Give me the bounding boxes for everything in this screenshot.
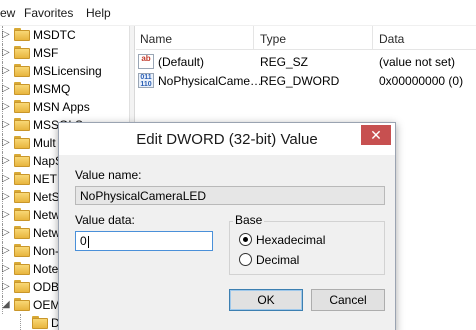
hexadecimal-radio[interactable] bbox=[239, 233, 252, 246]
folder-icon bbox=[14, 280, 30, 293]
decimal-label[interactable]: Decimal bbox=[256, 253, 299, 267]
tree-item[interactable]: ▷ MSMQ bbox=[0, 80, 129, 98]
tree-item-label: NetS bbox=[33, 190, 60, 204]
expand-arrow-icon[interactable]: ▷ bbox=[2, 209, 10, 221]
column-header-name[interactable]: Name bbox=[136, 26, 254, 50]
value-data-text: 0 bbox=[80, 234, 87, 248]
dialog-title: Edit DWORD (32-bit) Value bbox=[136, 131, 318, 148]
value-data: 0x00000000 (0) bbox=[379, 74, 464, 88]
menu-view[interactable]: ew bbox=[0, 6, 15, 20]
column-header-data[interactable]: Data bbox=[373, 26, 476, 50]
value-type: REG_SZ bbox=[260, 55, 309, 69]
tree-connector bbox=[20, 314, 22, 330]
folder-icon bbox=[14, 100, 30, 113]
list-row-default[interactable]: ab (Default) REG_SZ (value not set) bbox=[136, 52, 476, 72]
string-value-icon: ab bbox=[138, 54, 154, 69]
value-name-label: Value name: bbox=[75, 168, 142, 182]
value-data-input[interactable]: 0 bbox=[75, 231, 213, 251]
ok-button[interactable]: OK bbox=[229, 289, 303, 311]
tree-item-label: Note bbox=[33, 262, 59, 276]
expand-arrow-icon[interactable]: ▷ bbox=[2, 191, 10, 203]
tree-item-label: MSN Apps bbox=[33, 100, 90, 114]
expand-arrow-icon[interactable]: ▷ bbox=[2, 83, 10, 95]
value-data-label: Value data: bbox=[75, 213, 135, 227]
list-header: Name Type Data bbox=[136, 26, 476, 50]
tree-item-label: Mult bbox=[33, 136, 56, 150]
dword-value-icon: 011 110 bbox=[138, 73, 154, 88]
menu-favorites[interactable]: Favorites bbox=[24, 6, 73, 20]
tree-item[interactable]: ▷ MSN Apps bbox=[0, 98, 129, 116]
tree-item-label: ODB bbox=[33, 280, 60, 294]
cancel-button[interactable]: Cancel bbox=[311, 289, 385, 311]
tree-item-label: Non- bbox=[33, 244, 60, 258]
edit-dword-dialog: Edit DWORD (32-bit) Value ✕ Value name: … bbox=[58, 122, 396, 330]
list-row-nophysicalcameraled[interactable]: 011 110 NoPhysicalCame… REG_DWORD 0x0000… bbox=[136, 71, 476, 91]
decimal-radio[interactable] bbox=[239, 253, 252, 266]
base-label: Base bbox=[233, 213, 265, 227]
text-caret bbox=[87, 235, 89, 248]
tree-item[interactable]: ▷ MSLicensing bbox=[0, 62, 129, 80]
column-header-type[interactable]: Type bbox=[254, 26, 373, 50]
expand-arrow-icon[interactable]: ▷ bbox=[2, 101, 10, 113]
collapse-arrow-icon[interactable]: ◢ bbox=[2, 299, 10, 311]
tree-item-label: MSLicensing bbox=[33, 64, 102, 78]
value-name: NoPhysicalCame… bbox=[158, 74, 263, 88]
close-icon: ✕ bbox=[370, 127, 382, 143]
expand-arrow-icon[interactable]: ▷ bbox=[2, 245, 10, 257]
folder-icon bbox=[14, 262, 30, 275]
expand-arrow-icon[interactable]: ▷ bbox=[2, 227, 10, 239]
expand-arrow-icon[interactable]: ▷ bbox=[2, 47, 10, 59]
menu-bar: ew Favorites Help bbox=[0, 0, 476, 26]
close-button[interactable]: ✕ bbox=[361, 125, 391, 145]
base-groupbox bbox=[229, 221, 385, 275]
expand-arrow-icon[interactable]: ▷ bbox=[2, 173, 10, 185]
tree-item-label: OEM bbox=[33, 298, 61, 312]
value-name-field: NoPhysicalCameraLED bbox=[75, 186, 385, 205]
expand-arrow-icon[interactable]: ▷ bbox=[2, 29, 10, 41]
folder-icon bbox=[14, 46, 30, 59]
expand-arrow-icon[interactable]: ▷ bbox=[2, 155, 10, 167]
folder-icon bbox=[14, 154, 30, 167]
tree-item-label: MSMQ bbox=[33, 82, 71, 96]
expand-arrow-icon[interactable]: ▷ bbox=[2, 281, 10, 293]
expand-arrow-icon[interactable]: ▷ bbox=[2, 263, 10, 275]
dialog-titlebar[interactable]: Edit DWORD (32-bit) Value ✕ bbox=[59, 123, 395, 155]
folder-icon bbox=[14, 226, 30, 239]
folder-icon bbox=[14, 298, 30, 311]
value-data: (value not set) bbox=[379, 55, 456, 69]
folder-icon bbox=[14, 172, 30, 185]
tree-item-label: Netw bbox=[33, 226, 61, 240]
folder-icon bbox=[14, 28, 30, 41]
tree-item[interactable]: ▷ MSDTC bbox=[0, 26, 129, 44]
expand-arrow-icon[interactable]: ▷ bbox=[2, 137, 10, 149]
tree-item-label: MSF bbox=[33, 46, 59, 60]
folder-icon bbox=[14, 64, 30, 77]
expand-arrow-icon[interactable]: ▷ bbox=[2, 65, 10, 77]
folder-icon bbox=[14, 136, 30, 149]
folder-icon bbox=[14, 244, 30, 257]
folder-icon bbox=[14, 190, 30, 203]
hexadecimal-label[interactable]: Hexadecimal bbox=[256, 233, 325, 247]
folder-icon bbox=[32, 316, 48, 329]
tree-item-label: Netw bbox=[33, 208, 61, 222]
tree-item[interactable]: ▷ MSF bbox=[0, 44, 129, 62]
value-type: REG_DWORD bbox=[260, 74, 340, 88]
expand-arrow-icon[interactable]: ▷ bbox=[2, 119, 10, 131]
value-name: (Default) bbox=[158, 55, 205, 69]
folder-icon bbox=[14, 82, 30, 95]
tree-item-label: NET bbox=[33, 172, 57, 186]
menu-help[interactable]: Help bbox=[86, 6, 111, 20]
tree-item-label: MSDTC bbox=[33, 28, 76, 42]
folder-icon bbox=[14, 208, 30, 221]
folder-icon bbox=[14, 118, 30, 131]
